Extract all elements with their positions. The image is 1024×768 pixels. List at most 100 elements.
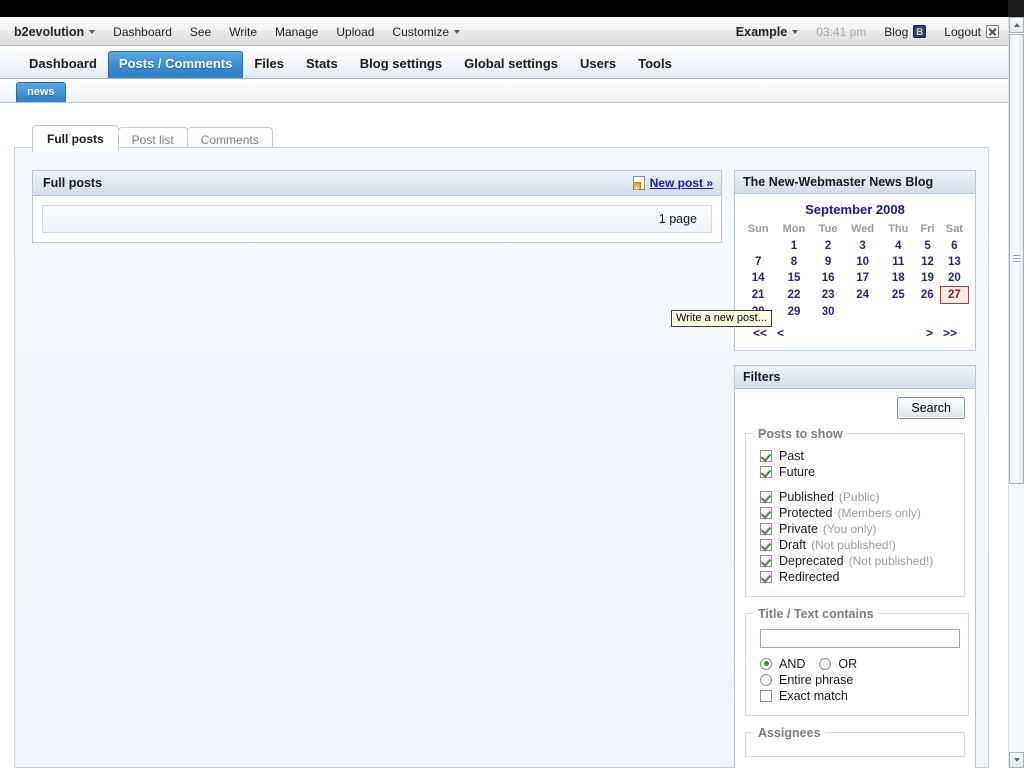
calendar-day[interactable] [915, 304, 940, 320]
nav-tab-posts-comments[interactable]: Posts / Comments [107, 51, 244, 78]
calendar-week-row: 14 15 16 17 18 19 20 [741, 270, 969, 287]
checkbox-icon[interactable] [760, 506, 772, 519]
calendar-day[interactable]: 12 [915, 254, 940, 270]
calendar-day[interactable]: 11 [882, 254, 915, 270]
calendar-day[interactable]: 15 [775, 270, 812, 287]
nav-tab-files[interactable]: Files [243, 51, 295, 78]
scroll-down-button[interactable] [1009, 752, 1024, 768]
calendar-day[interactable]: 29 [775, 304, 812, 320]
nav-tab-stats[interactable]: Stats [295, 51, 349, 78]
calendar-nav-next[interactable]: > [926, 326, 933, 340]
filters-panel-title: Filters [743, 369, 781, 384]
calendar-weekday: Wed [851, 223, 875, 235]
calendar-day[interactable]: 1 [775, 238, 812, 254]
calendar-day-today[interactable]: 27 [939, 286, 970, 304]
checkbox-exact-match-icon[interactable] [760, 689, 772, 702]
radio-or-icon[interactable] [819, 657, 832, 670]
search-keyword-input[interactable] [760, 628, 960, 648]
calendar-day[interactable]: 30 [813, 304, 844, 320]
calendar-nav-first[interactable]: << [753, 326, 767, 340]
calendar-day[interactable]: 4 [882, 238, 915, 254]
filter-checkbox-redirected[interactable]: Redirected [760, 570, 956, 584]
calendar-day[interactable]: 3 [844, 238, 882, 254]
checkbox-icon[interactable] [760, 490, 772, 503]
evobar-user-menu[interactable]: Example [722, 17, 807, 46]
calendar-day[interactable]: 18 [882, 270, 915, 287]
calendar-nav-prev[interactable]: < [777, 326, 784, 340]
nav-tab-dashboard[interactable]: Dashboard [18, 51, 108, 78]
filter-checkbox-published[interactable]: Published (Public) [760, 490, 956, 504]
calendar-day[interactable]: 17 [844, 270, 882, 287]
calendar-day[interactable] [844, 304, 882, 320]
evobar-item-customize[interactable]: Customize [383, 17, 469, 46]
checkbox-icon[interactable] [760, 465, 772, 478]
nav-tab-tools[interactable]: Tools [627, 51, 683, 78]
window-vertical-scrollbar[interactable] [1008, 17, 1024, 768]
calendar-day[interactable]: 5 [915, 238, 940, 254]
search-button[interactable]: Search [897, 396, 965, 419]
filter-checkbox-future[interactable]: Future [760, 465, 956, 479]
calendar-day[interactable]: 26 [915, 287, 940, 304]
nav-tab-global-settings[interactable]: Global settings [453, 51, 569, 78]
new-post-button[interactable]: New post » [632, 176, 713, 193]
evobar-item-see[interactable]: See [181, 17, 220, 46]
evobar-brand-menu[interactable]: b2evolution [0, 17, 104, 46]
exact-match-row[interactable]: Exact match [760, 689, 960, 703]
calendar-nav-prev-group: << < [753, 326, 784, 340]
calendar-day[interactable]: 2 [813, 238, 844, 254]
evobar-item-dashboard[interactable]: Dashboard [104, 17, 181, 46]
calendar-day[interactable]: 22 [775, 287, 812, 304]
calendar-day[interactable]: 8 [775, 254, 812, 270]
calendar-day[interactable]: 6 [940, 238, 968, 254]
calendar-weekday: Sun [747, 223, 769, 235]
calendar-day[interactable]: 14 [741, 270, 775, 287]
filter-checkbox-draft[interactable]: Draft (Not published!) [760, 538, 956, 552]
full-posts-panel: Full posts New post » 1 page [32, 170, 722, 243]
calendar-day[interactable]: 23 [813, 287, 844, 304]
calendar-day[interactable]: 16 [813, 270, 844, 287]
checkbox-icon[interactable] [760, 570, 772, 583]
scrollbar-thumb[interactable] [1009, 34, 1024, 484]
filter-checkbox-private[interactable]: Private (You only) [760, 522, 956, 536]
evobar-logout-link[interactable]: Logout [935, 17, 1008, 46]
calendar-day[interactable]: 20 [940, 270, 968, 287]
filter-note: (Public) [838, 489, 880, 504]
calendar-day[interactable] [940, 304, 968, 320]
calendar-day[interactable] [882, 304, 915, 320]
nav-tab-blog-settings[interactable]: Blog settings [349, 51, 453, 78]
filter-note: (Not published!) [848, 553, 934, 568]
evobar-item-write[interactable]: Write [220, 17, 266, 46]
title-text-contains-legend: Title / Text contains [758, 606, 874, 621]
evobar-logout-label: Logout [944, 24, 981, 39]
filter-checkbox-past[interactable]: Past [760, 449, 956, 463]
calendar-day[interactable]: 9 [813, 254, 844, 270]
main-navigation: Dashboard Posts / Comments Files Stats B… [0, 46, 1008, 79]
calendar-day[interactable]: 21 [741, 287, 775, 304]
sub-tab-full-posts[interactable]: Full posts [32, 125, 119, 152]
calendar-day[interactable]: 19 [915, 270, 940, 287]
checkbox-icon[interactable] [760, 538, 772, 551]
filter-checkbox-protected[interactable]: Protected (Members only) [760, 506, 956, 520]
right-column: The New-Webmaster News Blog September 20… [734, 170, 976, 768]
nav-tab-users[interactable]: Users [569, 51, 627, 78]
calendar-weekday: Sat [945, 223, 963, 235]
scroll-up-button[interactable] [1009, 17, 1024, 33]
calendar-day[interactable]: 10 [844, 254, 882, 270]
filter-checkbox-deprecated[interactable]: Deprecated (Not published!) [760, 554, 956, 568]
evobar-item-upload[interactable]: Upload [327, 17, 383, 46]
calendar-day[interactable]: 24 [844, 287, 882, 304]
checkbox-icon[interactable] [760, 554, 772, 567]
calendar-day[interactable]: 13 [940, 254, 968, 270]
checkbox-icon[interactable] [760, 449, 772, 462]
calendar-nav-last[interactable]: >> [943, 326, 957, 340]
collection-tab-news[interactable]: news [16, 82, 66, 102]
checkbox-icon[interactable] [760, 522, 772, 535]
entire-phrase-row[interactable]: Entire phrase [760, 673, 960, 687]
evobar-blog-link[interactable]: Blog B [875, 17, 935, 46]
calendar-day[interactable]: 7 [741, 254, 775, 270]
calendar-day[interactable]: 25 [882, 287, 915, 304]
calendar-day[interactable] [741, 238, 775, 254]
radio-entire-phrase-icon[interactable] [760, 673, 772, 686]
radio-and-icon[interactable] [760, 657, 772, 670]
evobar-item-manage[interactable]: Manage [266, 17, 327, 46]
